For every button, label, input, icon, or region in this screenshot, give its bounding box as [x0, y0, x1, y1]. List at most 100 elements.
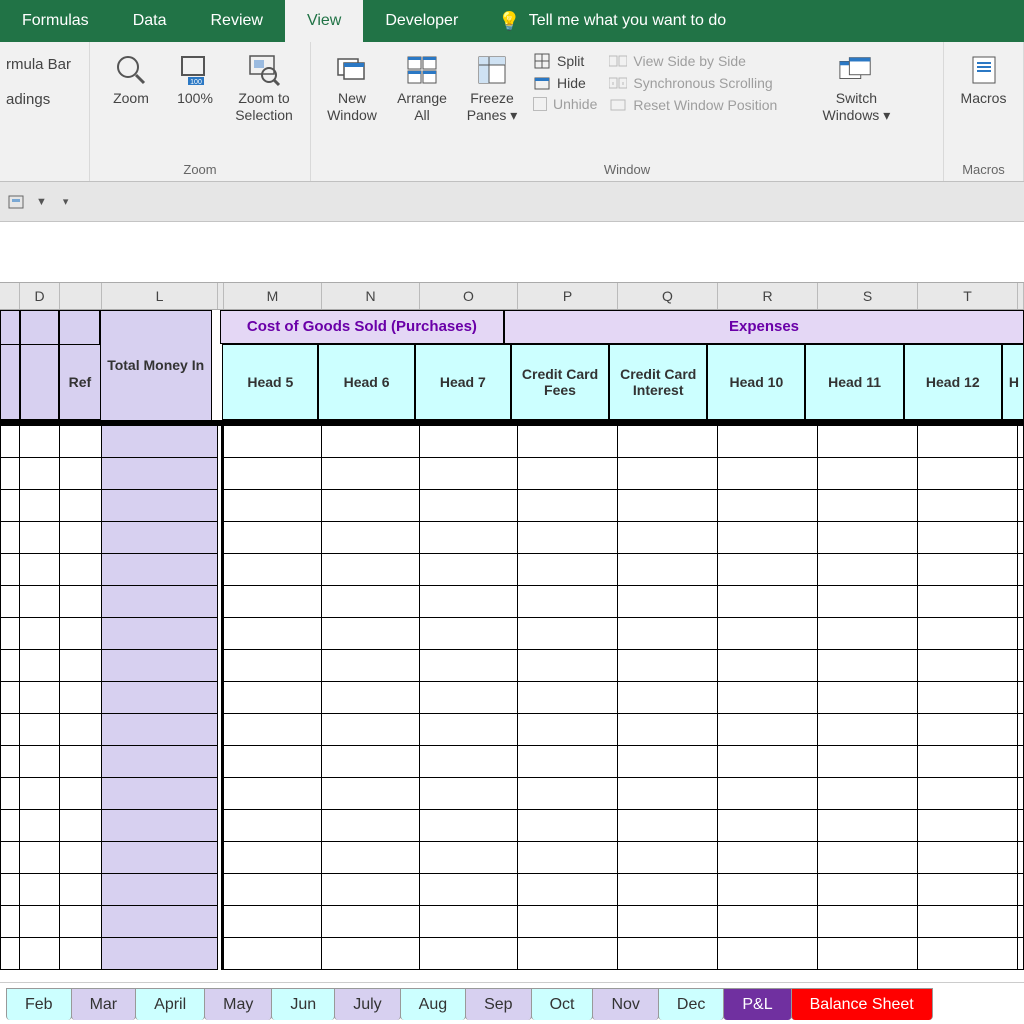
table-row[interactable] [0, 586, 1024, 618]
col-header-n[interactable]: N [322, 283, 420, 309]
ribbon-group-show: rmula Bar adings [0, 42, 90, 181]
hide-button[interactable]: Hide [533, 74, 597, 92]
macros-button[interactable]: Macros [950, 48, 1017, 111]
col-header-u[interactable] [1018, 283, 1024, 309]
table-row[interactable] [0, 426, 1024, 458]
table-row[interactable] [0, 618, 1024, 650]
col-header-l[interactable]: L [102, 283, 218, 309]
table-row[interactable] [0, 778, 1024, 810]
window-options-col2: View Side by Side Synchronous Scrolling … [603, 48, 813, 118]
table-row[interactable] [0, 874, 1024, 906]
header-cogs-1: Head 6 [318, 344, 414, 420]
worksheet-tab-sep[interactable]: Sep [465, 988, 531, 1020]
ribbon-body: rmula Bar adings Zoom 100 100% [0, 42, 1024, 182]
tell-me-label: Tell me what you want to do [529, 12, 726, 30]
new-window-icon [334, 52, 370, 88]
toggle-headings[interactable]: adings [6, 91, 50, 108]
header-exp-2: Head 10 [707, 344, 805, 420]
table-row[interactable] [0, 842, 1024, 874]
table-row[interactable] [0, 906, 1024, 938]
col-header-q[interactable]: Q [618, 283, 718, 309]
ribbon-tab-formulas[interactable]: Formulas [0, 0, 111, 42]
header-ref: Ref [59, 344, 100, 420]
worksheet-tab-july[interactable]: July [334, 988, 400, 1020]
col-header-t[interactable]: T [918, 283, 1018, 309]
zoom-icon [113, 52, 149, 88]
worksheet-tab-dec[interactable]: Dec [658, 988, 724, 1020]
col-header-s[interactable]: S [818, 283, 918, 309]
table-row[interactable] [0, 650, 1024, 682]
quick-access-toolbar: ▼ ▾ [0, 182, 1024, 222]
header-exp-1: Credit Card Interest [609, 344, 707, 420]
worksheet-tab-nov[interactable]: Nov [592, 988, 658, 1020]
zoom-button[interactable]: Zoom [96, 48, 166, 111]
worksheet-tab-may[interactable]: May [204, 988, 272, 1020]
ribbon-group-zoom: Zoom 100 100% Zoom to Selection Zoom [90, 42, 311, 181]
worksheet-tab-feb[interactable]: Feb [6, 988, 72, 1020]
unhide-icon [533, 97, 547, 111]
formula-bar-area [0, 222, 1024, 282]
table-row[interactable] [0, 458, 1024, 490]
col-header-p[interactable]: P [518, 283, 618, 309]
ribbon-group-macros: Macros Macros [944, 42, 1024, 181]
table-row[interactable] [0, 714, 1024, 746]
table-row[interactable] [0, 810, 1024, 842]
toggle-formula-bar[interactable]: rmula Bar [6, 56, 71, 73]
reset-window-position-button: Reset Window Position [609, 96, 807, 114]
header-exp-3: Head 11 [805, 344, 903, 420]
header-cogs-2: Head 7 [415, 344, 511, 420]
table-row[interactable] [0, 554, 1024, 586]
col-header-gap[interactable] [60, 283, 102, 309]
group-label-zoom: Zoom [96, 160, 304, 181]
arrange-all-icon [404, 52, 440, 88]
worksheet-tab-aug[interactable]: Aug [400, 988, 466, 1020]
col-header-d[interactable]: D [20, 283, 60, 309]
worksheet-tab-balancesheet[interactable]: Balance Sheet [791, 988, 933, 1020]
ribbon-tab-review[interactable]: Review [188, 0, 284, 42]
unhide-button: Unhide [533, 96, 597, 112]
table-row[interactable] [0, 682, 1024, 714]
window-options-col1: Split Hide Unhide [527, 48, 603, 116]
table-row[interactable] [0, 746, 1024, 778]
col-header-o[interactable]: O [420, 283, 518, 309]
table-row[interactable] [0, 522, 1024, 554]
table-row[interactable] [0, 490, 1024, 522]
chevron-down-icon: ▾ [510, 107, 517, 123]
ribbon-tab-view[interactable]: View [285, 0, 363, 42]
split-button[interactable]: Split [533, 52, 597, 70]
zoom-to-selection-button[interactable]: Zoom to Selection [224, 48, 304, 128]
lightbulb-icon: 💡 [498, 11, 520, 32]
zoom-100-button[interactable]: 100 100% [166, 48, 224, 111]
ribbon-tab-data[interactable]: Data [111, 0, 189, 42]
worksheet-tab-oct[interactable]: Oct [531, 988, 594, 1020]
column-header-row: D L M N O P Q R S T [0, 282, 1024, 310]
qat-button-1[interactable] [6, 192, 26, 212]
col-header-m[interactable]: M [224, 283, 322, 309]
synchronous-scrolling-button: Synchronous Scrolling [609, 74, 807, 92]
col-header[interactable] [0, 283, 20, 309]
worksheet-tab-mar[interactable]: Mar [71, 988, 137, 1020]
qat-overflow-icon[interactable]: ▾ [63, 195, 69, 208]
arrange-all-button[interactable]: Arrange All [387, 48, 457, 128]
new-window-button[interactable]: New Window [317, 48, 387, 128]
ribbon-tab-developer[interactable]: Developer [363, 0, 480, 42]
header-exp-0: Credit Card Fees [511, 344, 609, 420]
svg-text:100: 100 [190, 79, 202, 86]
header-cogs-0: Head 5 [222, 344, 318, 420]
table-row[interactable] [0, 938, 1024, 970]
ribbon-tab-strip: Formulas Data Review View Developer 💡 Te… [0, 0, 1024, 42]
tell-me-search[interactable]: 💡 Tell me what you want to do [480, 0, 744, 42]
worksheet-grid[interactable]: Total Money In Cost of Goods Sold (Purch… [0, 310, 1024, 982]
worksheet-tab-pl[interactable]: P&L [723, 988, 791, 1020]
worksheet-tab-jun[interactable]: Jun [271, 988, 335, 1020]
zoom-100-icon: 100 [177, 52, 213, 88]
qat-dropdown-icon[interactable]: ▼ [36, 196, 47, 208]
col-header-r[interactable]: R [718, 283, 818, 309]
switch-windows-icon [838, 52, 874, 88]
worksheet-tab-april[interactable]: April [135, 988, 205, 1020]
freeze-panes-button[interactable]: Freeze Panes ▾ [457, 48, 527, 128]
reset-pos-icon [609, 96, 627, 114]
section-cogs: Cost of Goods Sold (Purchases) [220, 310, 504, 344]
switch-windows-button[interactable]: Switch Windows ▾ [813, 48, 899, 128]
ribbon-group-window: New Window Arrange All Freeze Panes ▾ Sp… [311, 42, 944, 181]
